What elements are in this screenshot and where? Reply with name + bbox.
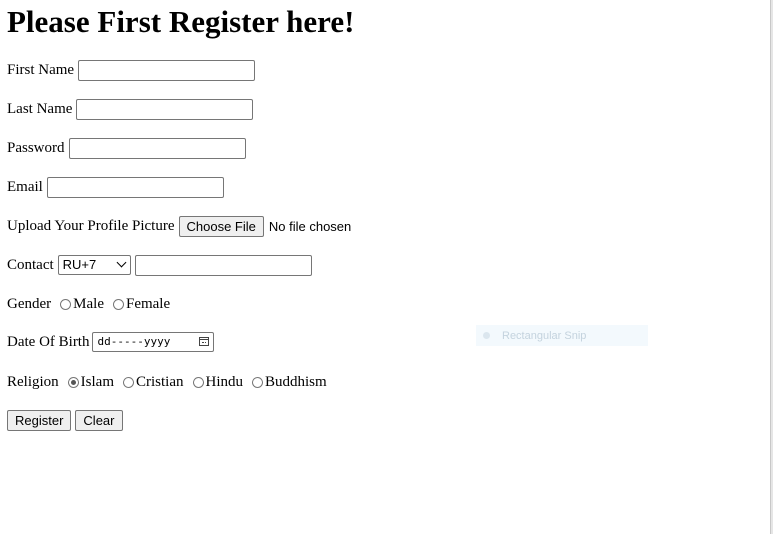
- religion-label: Religion: [7, 373, 59, 390]
- gender-male-radio[interactable]: [60, 298, 72, 310]
- dob-row: Date Of Birth dd-----yyyy: [7, 330, 215, 354]
- snip-icon: [483, 332, 490, 339]
- actions-row: Register Clear: [7, 408, 127, 432]
- dob-label: Date Of Birth: [7, 333, 90, 350]
- snip-tooltip: Rectangular Snip: [476, 325, 648, 346]
- calendar-icon[interactable]: [199, 337, 210, 346]
- upload-row: Upload Your Profile Picture Choose File …: [7, 214, 351, 238]
- religion-buddhism-radio[interactable]: [252, 376, 263, 388]
- chevron-down-icon: [116, 257, 127, 268]
- snip-label: Rectangular Snip: [502, 329, 587, 342]
- page-title: Please First Register here!: [7, 4, 355, 39]
- file-status-text: No file chosen: [268, 218, 352, 234]
- religion-islam-radio[interactable]: [67, 376, 79, 388]
- religion-cristian-radio[interactable]: [123, 376, 134, 388]
- first-name-label: First Name: [7, 61, 75, 78]
- choose-file-button[interactable]: Choose File: [178, 215, 264, 237]
- last-name-input[interactable]: [76, 98, 254, 120]
- password-row: Password: [7, 136, 246, 160]
- upload-label: Upload Your Profile Picture: [7, 217, 175, 234]
- religion-hindu-label: Hindu: [205, 373, 244, 390]
- contact-number-input[interactable]: [134, 254, 312, 276]
- gender-female-label: Female: [125, 295, 171, 312]
- email-label: Email: [7, 178, 43, 195]
- clear-button[interactable]: Clear: [75, 409, 123, 431]
- country-code-select[interactable]: RU+7: [57, 255, 131, 275]
- gender-female-radio[interactable]: [112, 298, 124, 310]
- email-row: Email: [7, 175, 224, 199]
- religion-row: Religion Islam Cristian Hindu Buddhism: [7, 370, 327, 394]
- last-name-label: Last Name: [7, 100, 73, 117]
- register-button[interactable]: Register: [7, 409, 72, 431]
- password-input[interactable]: [68, 137, 246, 159]
- religion-islam-label: Islam: [80, 373, 114, 390]
- password-label: Password: [7, 139, 65, 156]
- religion-hindu-radio[interactable]: [192, 376, 204, 388]
- last-name-row: Last Name: [7, 97, 254, 121]
- gender-male-label: Male: [73, 295, 104, 312]
- religion-cristian-label: Cristian: [136, 373, 184, 390]
- dob-placeholder: dd-----yyyy: [97, 335, 171, 348]
- gender-row: Gender Male Female: [7, 292, 170, 316]
- dob-date-input[interactable]: dd-----yyyy: [92, 332, 215, 352]
- contact-row: Contact RU+7: [7, 253, 312, 277]
- first-name-input[interactable]: [78, 59, 256, 81]
- religion-buddhism-label: Buddhism: [265, 373, 327, 390]
- first-name-row: First Name: [7, 58, 256, 82]
- gender-label: Gender: [7, 295, 52, 312]
- email-input[interactable]: [46, 176, 224, 198]
- contact-label: Contact: [7, 256, 54, 273]
- country-code-value: RU+7: [62, 257, 97, 272]
